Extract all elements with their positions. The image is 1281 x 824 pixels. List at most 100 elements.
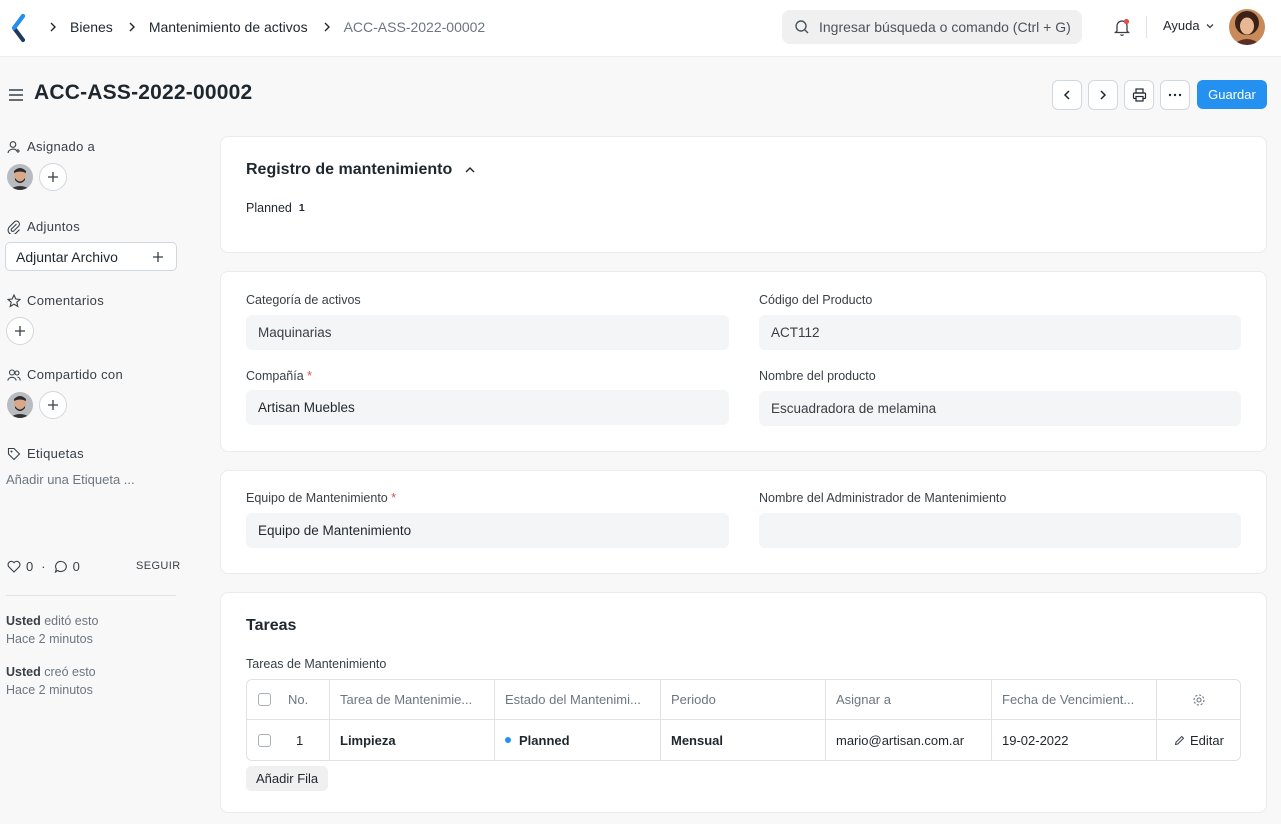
follow-button[interactable]: SEGUIR	[136, 560, 181, 572]
maintenance-log-header[interactable]: Registro de mantenimiento	[246, 161, 476, 179]
item-name-label: Nombre del producto	[759, 369, 876, 383]
column-header-task[interactable]: Tarea de Mantenimie...	[330, 680, 495, 719]
maintenance-log-title: Registro de mantenimiento	[246, 161, 453, 178]
page-title: ACC-ASS-2022-00002	[34, 81, 253, 104]
maintenance-log-card: Registro de mantenimiento Planned 1	[220, 136, 1267, 253]
item-code-value: ACT112	[771, 325, 820, 340]
chevron-right-icon	[1100, 90, 1107, 100]
company-label-text: Compañía	[246, 369, 304, 383]
tags-section: Etiquetas	[7, 446, 84, 461]
attach-file-button[interactable]: Adjuntar Archivo	[5, 242, 177, 271]
add-comment-button[interactable]	[6, 317, 34, 345]
next-record-button[interactable]	[1088, 80, 1118, 110]
assigned-to-label: Asignado a	[27, 139, 96, 154]
required-asterisk: *	[307, 369, 313, 383]
manager-label: Nombre del Administrador de Mantenimient…	[759, 491, 1007, 505]
add-row-button[interactable]: Añadir Fila	[246, 766, 329, 791]
column-header-due-date[interactable]: Fecha de Vencimient...	[992, 680, 1157, 719]
navbar: Bienes Mantenimiento de activos ACC-ASS-…	[0, 0, 1281, 57]
navbar-divider	[1146, 16, 1147, 38]
select-all-checkbox[interactable]	[258, 693, 271, 706]
table-header-row: No. Tarea de Mantenimie... Estado del Ma…	[247, 680, 1240, 720]
assigned-user-avatar[interactable]	[7, 164, 33, 190]
star-icon	[7, 293, 21, 308]
column-header-assign[interactable]: Asignar a	[826, 680, 992, 719]
tag-icon	[7, 447, 21, 460]
asset-category-field[interactable]: Maquinarias	[246, 315, 729, 350]
cell-status[interactable]: Planned	[495, 720, 661, 760]
comments-label: Comentarios	[27, 293, 104, 308]
column-header-period[interactable]: Periodo	[661, 680, 826, 719]
app-logo-icon[interactable]	[10, 14, 28, 42]
add-assignee-button[interactable]	[39, 163, 67, 191]
help-label: Ayuda	[1163, 18, 1200, 33]
column-header-no: No.	[288, 692, 309, 707]
header-select-cell: No.	[247, 680, 330, 719]
row-checkbox[interactable]	[258, 733, 271, 747]
save-button[interactable]: Guardar	[1197, 80, 1267, 109]
chevron-right-icon	[44, 18, 62, 36]
edit-row-button[interactable]: Editar	[1157, 720, 1240, 760]
shared-with-label: Compartido con	[27, 367, 123, 382]
cell-assign[interactable]: mario@artisan.com.ar	[826, 720, 992, 760]
add-tag-link[interactable]: Añadir una Etiqueta ...	[6, 472, 135, 487]
cell-period[interactable]: Mensual	[661, 720, 826, 760]
activity-action: creó esto	[44, 665, 96, 679]
activity-item: Usted editó esto Hace 2 minutos	[6, 612, 98, 648]
table-row[interactable]: 1 Limpieza Planned Mensual mario@artisan…	[247, 720, 1240, 760]
separator-dot: ·	[41, 559, 46, 574]
breadcrumb-current: ACC-ASS-2022-00002	[343, 19, 486, 35]
plus-icon	[48, 400, 58, 410]
item-name-field[interactable]: Escuadradora de melamina	[759, 391, 1241, 426]
team-field[interactable]: Equipo de Mantenimiento	[246, 513, 729, 548]
breadcrumb-asset-maintenance[interactable]: Mantenimiento de activos	[149, 19, 308, 35]
activity-time: Hace 2 minutos	[6, 632, 93, 646]
add-share-button[interactable]	[39, 391, 67, 419]
gear-icon[interactable]	[1192, 693, 1206, 707]
previous-record-button[interactable]	[1052, 80, 1082, 110]
notification-bell-icon[interactable]	[1112, 17, 1132, 37]
attachments-section: Adjuntos	[7, 219, 80, 234]
activity-action: editó esto	[44, 614, 99, 628]
company-field[interactable]: Artisan Muebles	[246, 390, 729, 425]
plus-icon	[48, 172, 58, 182]
help-dropdown[interactable]: Ayuda	[1163, 18, 1215, 33]
plus-icon	[15, 326, 25, 336]
manager-field[interactable]	[759, 513, 1241, 548]
chevron-left-icon	[1063, 90, 1070, 100]
asset-details-card: Categoría de activos Maquinarias Código …	[220, 271, 1267, 452]
maintenance-team-card: Equipo de Mantenimiento * Equipo de Mant…	[220, 470, 1267, 574]
row-select-cell: 1	[247, 720, 330, 760]
item-name-value: Escuadradora de melamina	[771, 401, 937, 416]
status-dot-icon	[505, 737, 511, 743]
engagement-stats: 0 · 0	[7, 559, 80, 574]
tags-label: Etiquetas	[27, 446, 84, 461]
heart-icon[interactable]	[7, 560, 21, 573]
activity-user: Usted	[6, 614, 41, 628]
cell-due-date[interactable]: 19-02-2022	[992, 720, 1157, 760]
plus-icon	[153, 251, 163, 262]
column-header-status[interactable]: Estado del Mantenimi...	[495, 680, 661, 719]
comment-icon	[54, 560, 67, 573]
row-number: 1	[296, 732, 304, 748]
cell-task[interactable]: Limpieza	[330, 720, 495, 760]
tasks-table-label: Tareas de Mantenimiento	[246, 657, 387, 671]
comments-section: Comentarios	[7, 293, 104, 308]
sidebar-toggle-icon[interactable]	[8, 88, 24, 102]
team-value: Equipo de Mantenimiento	[258, 523, 412, 538]
search-bar[interactable]: Ingresar búsqueda o comando (Ctrl + G)	[782, 10, 1082, 44]
comments-count: 0	[72, 559, 80, 574]
shared-user-avatar[interactable]	[7, 392, 33, 418]
asset-category-label: Categoría de activos	[246, 293, 361, 307]
more-actions-button[interactable]	[1160, 80, 1190, 110]
paperclip-icon	[7, 220, 20, 234]
item-code-field[interactable]: ACT112	[759, 315, 1241, 350]
user-avatar[interactable]	[1229, 9, 1265, 45]
status-summary[interactable]: Planned 1	[246, 201, 305, 215]
activity-time: Hace 2 minutos	[6, 683, 93, 697]
print-button[interactable]	[1124, 80, 1154, 110]
pencil-icon	[1174, 735, 1185, 745]
sidebar-divider	[6, 595, 176, 596]
search-placeholder: Ingresar búsqueda o comando (Ctrl + G)	[819, 19, 1071, 35]
breadcrumb-assets[interactable]: Bienes	[70, 19, 113, 35]
